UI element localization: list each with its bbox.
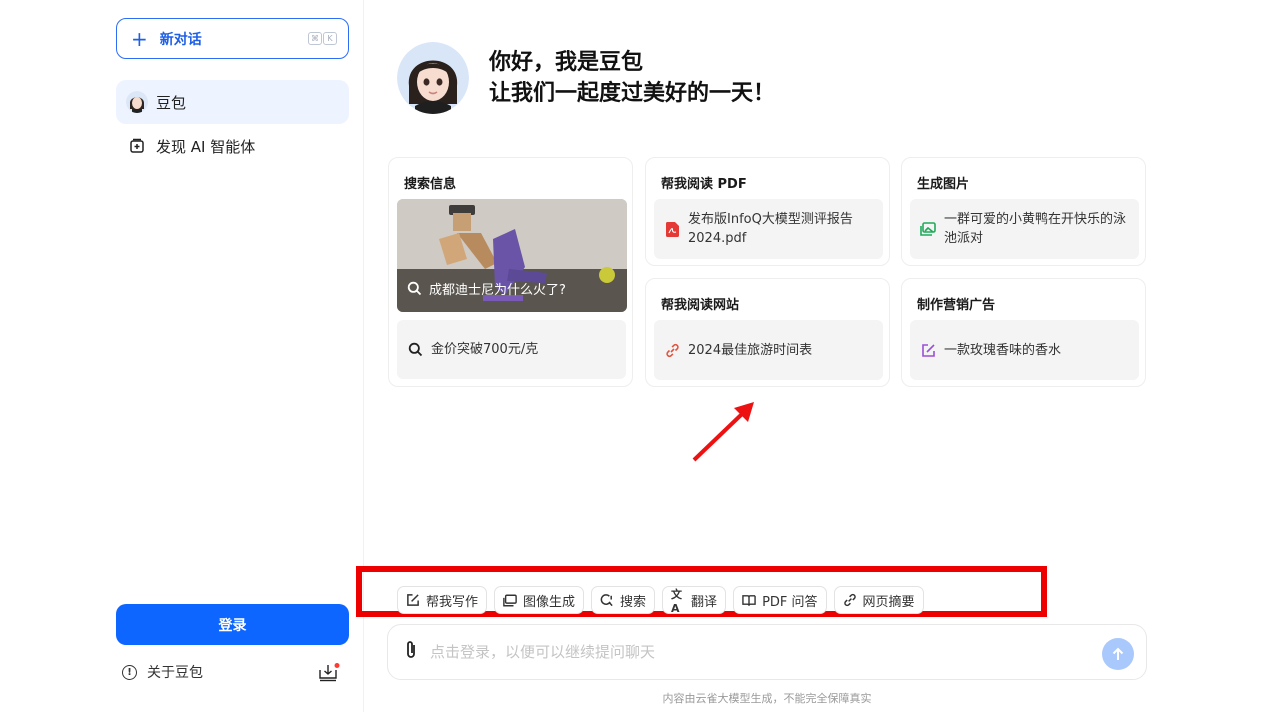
chip-label: 搜索 bbox=[620, 594, 647, 610]
image-prompt-text: 一群可爱的小黄鸭在开快乐的泳池派对 bbox=[944, 212, 1127, 246]
image-icon bbox=[920, 221, 936, 237]
pdf-file-icon bbox=[664, 221, 680, 237]
search-icon bbox=[407, 342, 423, 358]
sidebar-item-label: 豆包 bbox=[156, 93, 187, 112]
greeting-header: 你好，我是豆包 让我们一起度过美好的一天！ bbox=[397, 42, 775, 114]
image-prompt-tile[interactable]: 一群可爱的小黄鸭在开快乐的泳池派对 bbox=[910, 199, 1139, 259]
attach-icon[interactable] bbox=[404, 640, 418, 664]
image-card: 生成图片 一群可爱的小黄鸭在开快乐的泳池派对 bbox=[901, 157, 1146, 266]
about-link[interactable]: ! 关于豆包 bbox=[122, 662, 203, 682]
doubao-avatar bbox=[126, 91, 148, 113]
annotation-arrow bbox=[692, 402, 754, 462]
sidebar: + 新对话 ⌘ K 豆包 发现 AI 智能体 登录 ! 关于豆包 bbox=[0, 0, 364, 712]
chip-label: 帮我写作 bbox=[426, 594, 479, 610]
card-title: 生成图片 bbox=[917, 177, 970, 192]
greeting-line-2: 让我们一起度过美好的一天！ bbox=[489, 81, 776, 106]
photo-caption-text: 成都迪士尼为什么火了? bbox=[429, 283, 566, 298]
card-title: 制作营销广告 bbox=[917, 298, 996, 313]
edit-icon bbox=[920, 342, 936, 358]
chip-label: 图像生成 bbox=[523, 594, 576, 610]
app-root: + 新对话 ⌘ K 豆包 发现 AI 智能体 登录 ! 关于豆包 你好，我是豆包… bbox=[0, 0, 1280, 712]
search-chip[interactable]: 搜索 bbox=[591, 586, 656, 614]
card-title: 帮我阅读 PDF bbox=[661, 177, 747, 192]
image-icon bbox=[503, 593, 517, 607]
greeting-text: 你好，我是豆包 让我们一起度过美好的一天！ bbox=[489, 47, 775, 109]
shortcut-hint: ⌘ K bbox=[308, 32, 337, 45]
arrow-up-icon bbox=[1112, 647, 1124, 660]
book-icon bbox=[742, 593, 756, 607]
write-chip[interactable]: 帮我写作 bbox=[397, 586, 488, 614]
pdf-card: 帮我阅读 PDF 发布版InfoQ大模型测评报告2024.pdf bbox=[645, 157, 890, 266]
greeting-line-1: 你好，我是豆包 bbox=[489, 50, 644, 75]
command-key: ⌘ bbox=[308, 32, 322, 45]
card-title: 搜索信息 bbox=[404, 177, 457, 192]
web-link-text: 2024最佳旅游时间表 bbox=[688, 342, 813, 358]
translate-chip[interactable]: 文A 翻译 bbox=[662, 586, 727, 615]
k-key: K bbox=[323, 32, 337, 45]
web-card: 帮我阅读网站 2024最佳旅游时间表 bbox=[645, 278, 890, 387]
quick-action-toolbar: 帮我写作 图像生成 搜索 文A 翻译 PDF 问答 网页摘要 bbox=[397, 586, 924, 615]
link-icon bbox=[664, 342, 680, 358]
new-chat-button[interactable]: + 新对话 ⌘ K bbox=[116, 18, 349, 59]
new-chat-label: 新对话 bbox=[159, 31, 202, 48]
ad-prompt-tile[interactable]: 一款玫瑰香味的香水 bbox=[910, 320, 1139, 380]
search-icon bbox=[600, 593, 614, 607]
login-button[interactable]: 登录 bbox=[116, 604, 349, 645]
search-suggestion-tile[interactable]: 金价突破700元/克 bbox=[397, 320, 626, 379]
photo-caption: 成都迪士尼为什么火了? bbox=[407, 279, 566, 298]
card-title: 帮我阅读网站 bbox=[661, 298, 740, 313]
ad-card: 制作营销广告 一款玫瑰香味的香水 bbox=[901, 278, 1146, 387]
sidebar-item-label: 发现 AI 智能体 bbox=[156, 137, 256, 156]
pdf-file-name: 发布版InfoQ大模型测评报告2024.pdf bbox=[688, 212, 853, 246]
ad-prompt-text: 一款玫瑰香味的香水 bbox=[944, 342, 1062, 358]
disclaimer-text: 内容由云雀大模型生成，不能完全保障真实 bbox=[662, 692, 872, 705]
edit-icon bbox=[406, 593, 420, 607]
download-app-icon[interactable] bbox=[318, 662, 340, 682]
chat-input[interactable] bbox=[430, 643, 1146, 661]
chat-input-box bbox=[387, 624, 1147, 680]
info-icon: ! bbox=[122, 664, 137, 680]
agent-store-icon bbox=[126, 135, 148, 157]
about-label: 关于豆包 bbox=[147, 665, 203, 681]
chip-label: PDF 问答 bbox=[762, 594, 818, 610]
send-button[interactable] bbox=[1102, 638, 1134, 670]
web-link-tile[interactable]: 2024最佳旅游时间表 bbox=[654, 320, 883, 380]
image-gen-chip[interactable]: 图像生成 bbox=[494, 586, 585, 614]
sidebar-item-discover-agents[interactable]: 发现 AI 智能体 bbox=[116, 124, 349, 168]
link-icon bbox=[843, 593, 857, 607]
translate-icon: 文A bbox=[671, 587, 683, 615]
suggestion-text: 金价突破700元/克 bbox=[431, 342, 539, 357]
search-card: 搜索信息 成都迪士尼为什么火了? 金价突破700元/克 bbox=[388, 157, 633, 387]
plus-icon: + bbox=[131, 26, 148, 51]
search-photo-tile[interactable]: 成都迪士尼为什么火了? bbox=[397, 199, 627, 312]
chip-label: 翻译 bbox=[691, 594, 718, 610]
chip-label: 网页摘要 bbox=[862, 594, 915, 610]
search-icon bbox=[407, 281, 422, 296]
sidebar-item-doubao[interactable]: 豆包 bbox=[116, 80, 349, 124]
pdf-qa-chip[interactable]: PDF 问答 bbox=[733, 586, 827, 614]
pdf-file-tile[interactable]: 发布版InfoQ大模型测评报告2024.pdf bbox=[654, 199, 883, 259]
doubao-hero-avatar bbox=[397, 42, 469, 114]
web-summary-chip[interactable]: 网页摘要 bbox=[833, 586, 924, 614]
